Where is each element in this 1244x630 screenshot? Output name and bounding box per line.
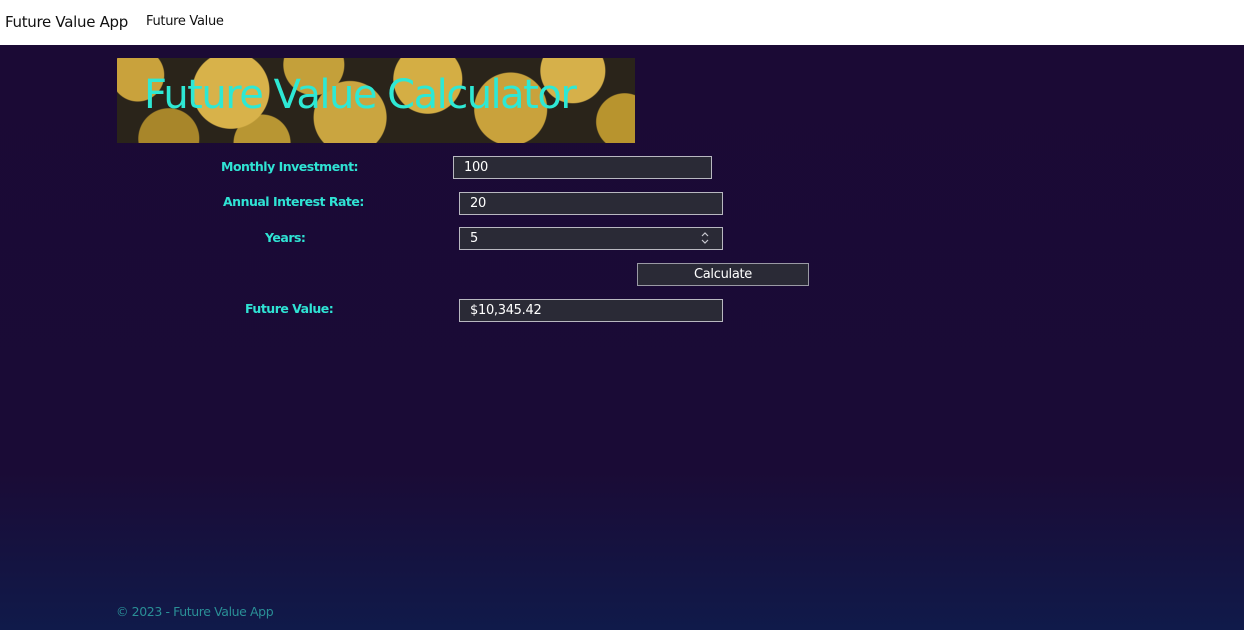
years-number-input[interactable]: 5 — [459, 227, 723, 250]
banner-image: Future Value Calculator — [117, 58, 635, 143]
monthly-investment-label: Monthly Investment: — [221, 159, 359, 174]
future-value-output: $10,345.42 — [459, 299, 723, 322]
monthly-investment-input[interactable]: 100 — [453, 156, 712, 179]
annual-interest-rate-input[interactable]: 20 — [459, 192, 723, 215]
navbar: Future Value App Future Value — [0, 0, 1244, 45]
years-value: 5 — [470, 231, 478, 246]
spinner-arrows-icon[interactable] — [701, 232, 709, 244]
brand-link[interactable]: Future Value App — [5, 13, 128, 31]
calculate-button[interactable]: Calculate — [637, 263, 809, 286]
page-title: Future Value Calculator — [144, 72, 577, 118]
annual-interest-rate-label: Annual Interest Rate: — [223, 194, 364, 209]
future-value-label: Future Value: — [245, 301, 334, 316]
nav-link-future-value[interactable]: Future Value — [146, 14, 224, 29]
years-label: Years: — [265, 230, 306, 245]
footer-copyright: © 2023 - Future Value App — [116, 604, 274, 619]
